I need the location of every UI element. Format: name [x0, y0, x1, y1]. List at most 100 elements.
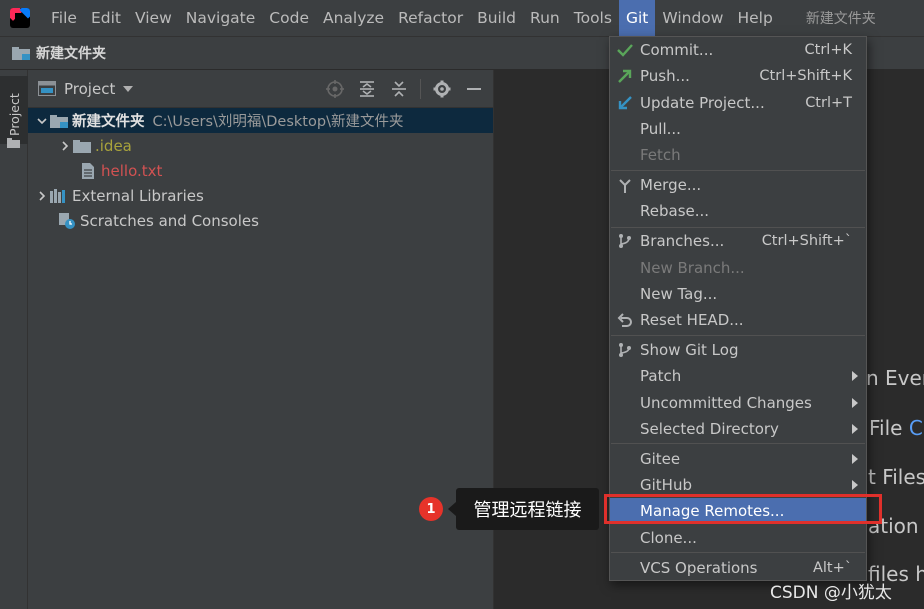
- menu-item-new-branch: New Branch...: [610, 255, 866, 281]
- project-folder-icon: [12, 47, 30, 60]
- menu-item-label: Uncommitted Changes: [640, 394, 812, 412]
- menu-item-pull[interactable]: Pull...: [610, 116, 866, 142]
- menu-item-patch[interactable]: Patch: [610, 363, 866, 389]
- module-folder-icon: [50, 113, 68, 129]
- text-file-icon: [79, 162, 97, 179]
- highlight-box: [604, 494, 882, 524]
- menu-item-label: New Tag...: [640, 285, 718, 303]
- update-arrow-icon: [616, 94, 634, 112]
- menu-window[interactable]: Window: [655, 0, 730, 36]
- breadcrumb-item[interactable]: 新建文件夹: [36, 43, 106, 63]
- menu-item-label: Pull...: [640, 120, 681, 138]
- folder-icon: [7, 138, 20, 148]
- menu-item-gitee[interactable]: Gitee: [610, 446, 866, 472]
- menu-navigate[interactable]: Navigate: [179, 0, 263, 36]
- menu-separator: [611, 552, 865, 553]
- step-badge: 1: [419, 497, 443, 521]
- menu-item-new-tag[interactable]: New Tag...: [610, 281, 866, 307]
- hide-icon[interactable]: [463, 78, 485, 100]
- menu-item-label: Gitee: [640, 450, 681, 468]
- menu-item-rebase[interactable]: Rebase...: [610, 198, 866, 224]
- menu-item-shortcut: Ctrl+K: [804, 42, 852, 58]
- menu-item-label: Commit...: [640, 41, 714, 59]
- root-folder-path: C:\Users\刘明福\Desktop\新建文件夹: [152, 114, 404, 130]
- menu-tools[interactable]: Tools: [567, 0, 619, 36]
- project-panel-header: Project: [28, 70, 493, 108]
- menu-item-shortcut: Ctrl+T: [805, 95, 852, 111]
- undo-icon: [616, 311, 634, 329]
- chevron-down-icon[interactable]: [34, 113, 50, 129]
- submenu-arrow-icon: [852, 371, 858, 381]
- push-arrow-icon: [616, 67, 634, 85]
- merge-icon: [616, 176, 634, 194]
- chevron-right-icon[interactable]: [34, 188, 50, 204]
- tree-row-hello[interactable]: hello.txt: [28, 158, 493, 183]
- menu-build[interactable]: Build: [470, 0, 523, 36]
- project-panel: Project 新建文件夹 C:\Users\刘明福\Desktop\新建文件夹…: [28, 70, 493, 609]
- menu-item-branches[interactable]: Branches... Ctrl+Shift+`: [610, 228, 866, 254]
- watermark: CSDN @小犹太: [770, 583, 892, 603]
- menu-run[interactable]: Run: [523, 0, 567, 36]
- gear-icon[interactable]: [431, 78, 453, 100]
- branch-icon: [616, 232, 634, 250]
- submenu-arrow-icon: [852, 454, 858, 464]
- tree-row-external-libraries[interactable]: External Libraries: [28, 183, 493, 208]
- intellij-logo-icon: [10, 8, 30, 28]
- editor-hint-go-to-file: File C: [869, 416, 923, 440]
- menu-help[interactable]: Help: [730, 0, 779, 36]
- menu-item-commit[interactable]: Commit... Ctrl+K: [610, 37, 866, 63]
- menu-item-label: Show Git Log: [640, 341, 739, 359]
- library-icon: [50, 188, 68, 204]
- menu-view[interactable]: View: [128, 0, 179, 36]
- project-tool-tab[interactable]: Project: [0, 76, 28, 148]
- menu-analyze[interactable]: Analyze: [316, 0, 391, 36]
- collapse-all-icon[interactable]: [388, 78, 410, 100]
- menu-item-fetch: Fetch: [610, 142, 866, 168]
- menu-separator: [611, 335, 865, 336]
- chevron-right-icon[interactable]: [57, 138, 73, 154]
- project-tree: 新建文件夹 C:\Users\刘明福\Desktop\新建文件夹 .idea h…: [28, 108, 493, 233]
- menu-refactor[interactable]: Refactor: [391, 0, 470, 36]
- menu-item-label: Clone...: [640, 529, 697, 547]
- menu-item-show-git-log[interactable]: Show Git Log: [610, 337, 866, 363]
- menu-file[interactable]: File: [44, 0, 84, 36]
- menu-item-uncommitted-changes[interactable]: Uncommitted Changes: [610, 390, 866, 416]
- root-folder-name: 新建文件夹: [72, 114, 145, 130]
- menu-item-label: Merge...: [640, 176, 702, 194]
- project-tab-label: Project: [7, 93, 22, 136]
- menu-edit[interactable]: Edit: [84, 0, 128, 36]
- menu-item-push[interactable]: Push... Ctrl+Shift+K: [610, 63, 866, 89]
- menu-item-shortcut: Alt+`: [812, 560, 852, 576]
- tool-window-strip: Project: [0, 70, 28, 609]
- expand-all-icon[interactable]: [356, 78, 378, 100]
- tree-row-scratches[interactable]: Scratches and Consoles: [28, 208, 493, 233]
- menu-item-merge[interactable]: Merge...: [610, 172, 866, 198]
- menu-item-label: VCS Operations: [640, 559, 758, 577]
- tree-row-idea[interactable]: .idea: [28, 133, 493, 158]
- menu-item-selected-directory[interactable]: Selected Directory: [610, 416, 866, 442]
- scratches-icon: [58, 212, 76, 229]
- editor-hint-shortcut: C: [908, 416, 923, 440]
- menu-item-label: Rebase...: [640, 202, 710, 220]
- chevron-down-icon[interactable]: [123, 85, 134, 92]
- menu-separator: [611, 170, 865, 171]
- checkmark-icon: [616, 41, 634, 59]
- submenu-arrow-icon: [852, 480, 858, 490]
- menu-item-shortcut: Ctrl+Shift+`: [761, 233, 852, 249]
- submenu-arrow-icon: [852, 398, 858, 408]
- editor-hint-text: File: [869, 416, 903, 440]
- menu-bar: File Edit View Navigate Code Analyze Ref…: [0, 0, 924, 36]
- menu-item-clone[interactable]: Clone...: [610, 525, 866, 551]
- menu-item-label: GitHub: [640, 476, 692, 494]
- menu-item-label: Selected Directory: [640, 420, 779, 438]
- scratches-label: Scratches and Consoles: [80, 211, 259, 230]
- menu-git[interactable]: Git: [618, 0, 656, 36]
- locate-icon[interactable]: [324, 78, 346, 100]
- menu-item-reset-head[interactable]: Reset HEAD...: [610, 307, 866, 333]
- project-view-icon: [38, 81, 56, 96]
- project-view-title[interactable]: Project: [64, 80, 115, 98]
- menu-item-update-project[interactable]: Update Project... Ctrl+T: [610, 90, 866, 116]
- menu-code[interactable]: Code: [262, 0, 316, 36]
- menu-item-label: Update Project...: [640, 94, 765, 112]
- tree-row-root[interactable]: 新建文件夹 C:\Users\刘明福\Desktop\新建文件夹: [28, 108, 493, 133]
